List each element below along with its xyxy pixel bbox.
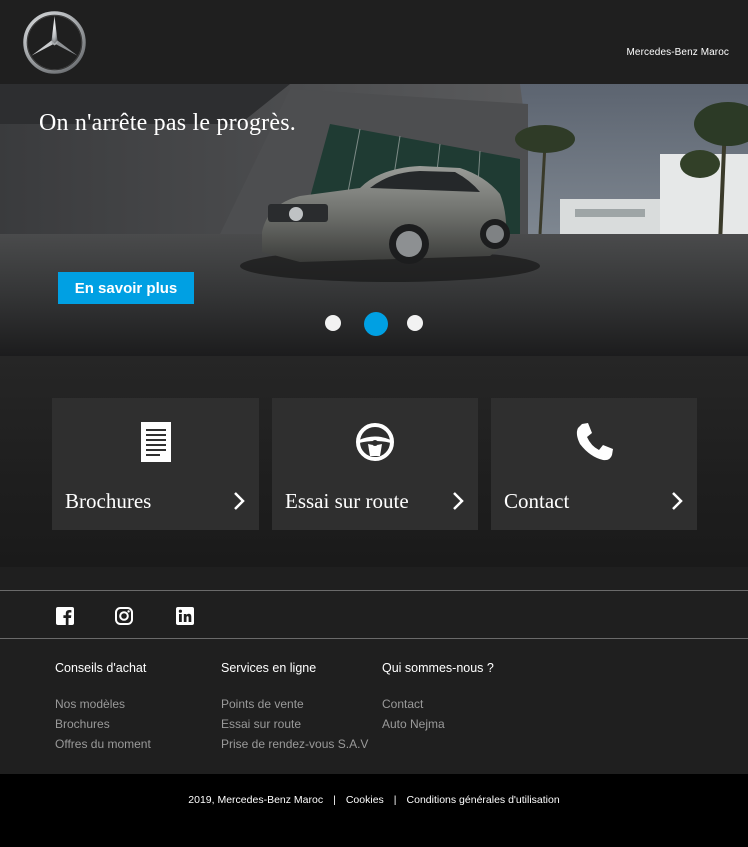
footer-link[interactable]: Contact bbox=[382, 694, 494, 714]
footer-link[interactable]: Essai sur route bbox=[221, 714, 368, 734]
separator: | bbox=[393, 794, 397, 806]
hero-title: On n'arrête pas le progrès. bbox=[39, 110, 296, 136]
footer-link[interactable]: Nos modèles bbox=[55, 694, 151, 714]
footer-link[interactable]: Points de vente bbox=[221, 694, 368, 714]
quick-links-section: Brochures Essai sur route Contact bbox=[0, 356, 748, 567]
learn-more-button[interactable]: En savoir plus bbox=[58, 272, 194, 304]
facebook-icon[interactable] bbox=[56, 607, 74, 625]
contact-card[interactable]: Contact bbox=[491, 398, 697, 530]
test-drive-card[interactable]: Essai sur route bbox=[272, 398, 478, 530]
brochures-card[interactable]: Brochures bbox=[52, 398, 259, 530]
separator: | bbox=[333, 794, 336, 806]
legal-bar: 2019, Mercedes-Benz Maroc | Cookies | Condit… bbox=[0, 774, 748, 847]
chevron-right-icon bbox=[453, 492, 464, 510]
footer-link[interactable]: Auto Nejma bbox=[382, 714, 494, 734]
carousel-indicators bbox=[0, 312, 748, 336]
carousel-dot-2-active[interactable] bbox=[364, 312, 388, 336]
footer-links: Conseils d'achat Nos modèles Brochures O… bbox=[0, 639, 748, 774]
instagram-icon[interactable] bbox=[115, 607, 133, 625]
carousel-dot-3[interactable] bbox=[407, 315, 423, 331]
mercedes-star-icon[interactable] bbox=[23, 11, 86, 74]
footer-column-title: Qui sommes-nous ? bbox=[382, 661, 494, 675]
phone-icon bbox=[576, 423, 613, 461]
legal-row: 2019, Mercedes-Benz Maroc | Cookies | Condit… bbox=[0, 794, 748, 806]
footer-column-buying-advice: Conseils d'achat Nos modèles Brochures O… bbox=[55, 661, 151, 754]
footer-column-title: Conseils d'achat bbox=[55, 661, 147, 675]
linkedin-icon[interactable] bbox=[176, 607, 194, 625]
document-icon bbox=[140, 422, 171, 462]
card-label: Contact bbox=[504, 489, 570, 513]
social-bar bbox=[0, 590, 748, 639]
chevron-right-icon bbox=[672, 492, 683, 510]
card-label: Essai sur route bbox=[285, 489, 409, 513]
brand-name: Mercedes-Benz Maroc bbox=[626, 47, 729, 58]
copyright-text: 2019, Mercedes-Benz Maroc bbox=[188, 794, 324, 806]
cookies-link[interactable]: Cookies bbox=[346, 794, 384, 806]
footer-link[interactable]: Offres du moment bbox=[55, 734, 151, 754]
footer-link[interactable]: Prise de rendez-vous S.A.V bbox=[221, 734, 368, 754]
chevron-right-icon bbox=[234, 492, 245, 510]
terms-link[interactable]: Conditions générales d'utilisation bbox=[407, 794, 560, 806]
footer-column-about-us: Qui sommes-nous ? Contact Auto Nejma bbox=[382, 661, 494, 734]
hero-banner: On n'arrête pas le progrès. En savoir pl… bbox=[0, 84, 748, 356]
site-header: Mercedes-Benz Maroc bbox=[0, 0, 748, 84]
footer-link[interactable]: Brochures bbox=[55, 714, 151, 734]
card-label: Brochures bbox=[65, 489, 152, 513]
carousel-dot-1[interactable] bbox=[325, 315, 341, 331]
footer-column-title: Services en ligne bbox=[221, 661, 317, 675]
footer-column-online-services: Services en ligne Points de vente Essai … bbox=[221, 661, 368, 754]
steering-wheel-icon bbox=[356, 423, 394, 461]
